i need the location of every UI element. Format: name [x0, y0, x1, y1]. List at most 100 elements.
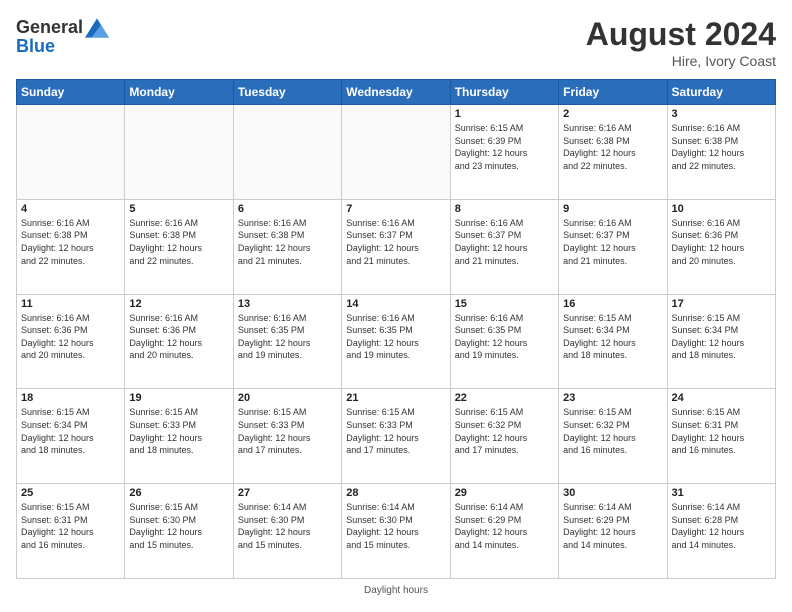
calendar-cell: 6 Sunrise: 6:16 AM Sunset: 6:38 PM Daylig…	[233, 199, 341, 294]
day-number: 28	[346, 487, 445, 499]
calendar-cell: 29 Sunrise: 6:14 AM Sunset: 6:29 PM Dayli…	[450, 484, 558, 579]
day-info: Sunrise: 6:15 AM Sunset: 6:31 PM Dayligh…	[21, 501, 120, 551]
day-number: 6	[238, 203, 337, 215]
day-info: Sunrise: 6:15 AM Sunset: 6:34 PM Dayligh…	[563, 312, 662, 362]
calendar-cell: 15 Sunrise: 6:16 AM Sunset: 6:35 PM Dayli…	[450, 294, 558, 389]
day-info: Sunrise: 6:16 AM Sunset: 6:38 PM Dayligh…	[238, 217, 337, 267]
day-header-monday: Monday	[125, 80, 233, 105]
calendar-cell: 16 Sunrise: 6:15 AM Sunset: 6:34 PM Dayli…	[559, 294, 667, 389]
day-number: 26	[129, 487, 228, 499]
calendar-cell: 5 Sunrise: 6:16 AM Sunset: 6:38 PM Daylig…	[125, 199, 233, 294]
day-number: 13	[238, 298, 337, 310]
logo-icon	[85, 16, 109, 40]
day-number: 2	[563, 108, 662, 120]
day-header-tuesday: Tuesday	[233, 80, 341, 105]
month-year: August 2024	[586, 16, 776, 53]
calendar-cell: 26 Sunrise: 6:15 AM Sunset: 6:30 PM Dayli…	[125, 484, 233, 579]
week-row-1: 1 Sunrise: 6:15 AM Sunset: 6:39 PM Daylig…	[17, 105, 776, 200]
day-header-wednesday: Wednesday	[342, 80, 450, 105]
day-info: Sunrise: 6:14 AM Sunset: 6:28 PM Dayligh…	[672, 501, 771, 551]
calendar-cell: 31Sunrise: 6:14 AM Sunset: 6:28 PM Dayli…	[667, 484, 775, 579]
calendar-cell: 14Sunrise: 6:16 AM Sunset: 6:35 PM Dayli…	[342, 294, 450, 389]
calendar-cell: 18Sunrise: 6:15 AM Sunset: 6:34 PM Dayli…	[17, 389, 125, 484]
day-info: Sunrise: 6:14 AM Sunset: 6:30 PM Dayligh…	[238, 501, 337, 551]
day-header-sunday: Sunday	[17, 80, 125, 105]
calendar-cell: 19 Sunrise: 6:15 AM Sunset: 6:33 PM Dayli…	[125, 389, 233, 484]
day-info: Sunrise: 6:16 AM Sunset: 6:35 PM Dayligh…	[455, 312, 554, 362]
day-info: Sunrise: 6:15 AM Sunset: 6:32 PM Dayligh…	[563, 406, 662, 456]
header: General Blue August 2024 Hire, Ivory Coa…	[16, 16, 776, 69]
footer: Daylight hours	[16, 585, 776, 596]
calendar-table: SundayMondayTuesdayWednesdayThursdayFrid…	[16, 79, 776, 579]
day-number: 14	[346, 298, 445, 310]
day-number: 25	[21, 487, 120, 499]
day-number: 23	[563, 392, 662, 404]
day-info: Sunrise: 6:15 AM Sunset: 6:33 PM Dayligh…	[346, 406, 445, 456]
day-info: Sunrise: 6:16 AM Sunset: 6:37 PM Dayligh…	[455, 217, 554, 267]
calendar-cell: 2 Sunrise: 6:16 AM Sunset: 6:38 PM Daylig…	[559, 105, 667, 200]
day-number: 29	[455, 487, 554, 499]
day-number: 3	[672, 108, 771, 120]
calendar-cell: 13Sunrise: 6:16 AM Sunset: 6:35 PM Dayli…	[233, 294, 341, 389]
calendar-cell: 21Sunrise: 6:15 AM Sunset: 6:33 PM Dayli…	[342, 389, 450, 484]
day-info: Sunrise: 6:16 AM Sunset: 6:38 PM Dayligh…	[563, 122, 662, 172]
calendar-cell: 4 Sunrise: 6:16 AM Sunset: 6:38 PM Daylig…	[17, 199, 125, 294]
day-info: Sunrise: 6:16 AM Sunset: 6:38 PM Dayligh…	[129, 217, 228, 267]
calendar-cell	[125, 105, 233, 200]
day-number: 5	[129, 203, 228, 215]
day-number: 10	[672, 203, 771, 215]
day-header-saturday: Saturday	[667, 80, 775, 105]
day-number: 11	[21, 298, 120, 310]
day-number: 27	[238, 487, 337, 499]
calendar-cell: 12Sunrise: 6:16 AM Sunset: 6:36 PM Dayli…	[125, 294, 233, 389]
calendar-cell: 25 Sunrise: 6:15 AM Sunset: 6:31 PM Dayli…	[17, 484, 125, 579]
calendar-cell: 10Sunrise: 6:16 AM Sunset: 6:36 PM Dayli…	[667, 199, 775, 294]
calendar-cell: 28 Sunrise: 6:14 AM Sunset: 6:30 PM Dayli…	[342, 484, 450, 579]
logo: General Blue	[16, 16, 109, 57]
day-info: Sunrise: 6:15 AM Sunset: 6:31 PM Dayligh…	[672, 406, 771, 456]
day-info: Sunrise: 6:14 AM Sunset: 6:29 PM Dayligh…	[563, 501, 662, 551]
day-number: 1	[455, 108, 554, 120]
day-header-thursday: Thursday	[450, 80, 558, 105]
day-number: 8	[455, 203, 554, 215]
calendar-cell: 7Sunrise: 6:16 AM Sunset: 6:37 PM Daylig…	[342, 199, 450, 294]
calendar-cell	[342, 105, 450, 200]
day-info: Sunrise: 6:16 AM Sunset: 6:37 PM Dayligh…	[563, 217, 662, 267]
day-number: 16	[563, 298, 662, 310]
day-info: Sunrise: 6:16 AM Sunset: 6:37 PM Dayligh…	[346, 217, 445, 267]
day-info: Sunrise: 6:15 AM Sunset: 6:33 PM Dayligh…	[238, 406, 337, 456]
calendar-cell: 9 Sunrise: 6:16 AM Sunset: 6:37 PM Daylig…	[559, 199, 667, 294]
week-row-2: 4 Sunrise: 6:16 AM Sunset: 6:38 PM Daylig…	[17, 199, 776, 294]
day-info: Sunrise: 6:15 AM Sunset: 6:34 PM Dayligh…	[672, 312, 771, 362]
day-info: Sunrise: 6:14 AM Sunset: 6:30 PM Dayligh…	[346, 501, 445, 551]
calendar-cell: 3Sunrise: 6:16 AM Sunset: 6:38 PM Daylig…	[667, 105, 775, 200]
calendar-cell: 27 Sunrise: 6:14 AM Sunset: 6:30 PM Dayli…	[233, 484, 341, 579]
calendar-cell: 23 Sunrise: 6:15 AM Sunset: 6:32 PM Dayli…	[559, 389, 667, 484]
calendar-cell: 20Sunrise: 6:15 AM Sunset: 6:33 PM Dayli…	[233, 389, 341, 484]
day-info: Sunrise: 6:16 AM Sunset: 6:38 PM Dayligh…	[21, 217, 120, 267]
day-number: 24	[672, 392, 771, 404]
day-info: Sunrise: 6:15 AM Sunset: 6:33 PM Dayligh…	[129, 406, 228, 456]
day-number: 4	[21, 203, 120, 215]
day-number: 19	[129, 392, 228, 404]
page: General Blue August 2024 Hire, Ivory Coa…	[0, 0, 792, 612]
calendar-cell: 11 Sunrise: 6:16 AM Sunset: 6:36 PM Dayli…	[17, 294, 125, 389]
day-header-friday: Friday	[559, 80, 667, 105]
calendar-cell: 8 Sunrise: 6:16 AM Sunset: 6:37 PM Daylig…	[450, 199, 558, 294]
day-info: Sunrise: 6:16 AM Sunset: 6:36 PM Dayligh…	[21, 312, 120, 362]
day-info: Sunrise: 6:15 AM Sunset: 6:39 PM Dayligh…	[455, 122, 554, 172]
daylight-label: Daylight hours	[364, 585, 428, 596]
day-number: 30	[563, 487, 662, 499]
location: Hire, Ivory Coast	[586, 53, 776, 69]
day-number: 9	[563, 203, 662, 215]
calendar-cell: 30 Sunrise: 6:14 AM Sunset: 6:29 PM Dayli…	[559, 484, 667, 579]
day-info: Sunrise: 6:15 AM Sunset: 6:30 PM Dayligh…	[129, 501, 228, 551]
calendar-cell: 24 Sunrise: 6:15 AM Sunset: 6:31 PM Dayli…	[667, 389, 775, 484]
week-row-5: 25 Sunrise: 6:15 AM Sunset: 6:31 PM Dayli…	[17, 484, 776, 579]
day-info: Sunrise: 6:14 AM Sunset: 6:29 PM Dayligh…	[455, 501, 554, 551]
title-block: August 2024 Hire, Ivory Coast	[586, 16, 776, 69]
week-row-4: 18Sunrise: 6:15 AM Sunset: 6:34 PM Dayli…	[17, 389, 776, 484]
calendar-cell: 22Sunrise: 6:15 AM Sunset: 6:32 PM Dayli…	[450, 389, 558, 484]
logo-text: General	[16, 18, 83, 38]
day-number: 15	[455, 298, 554, 310]
